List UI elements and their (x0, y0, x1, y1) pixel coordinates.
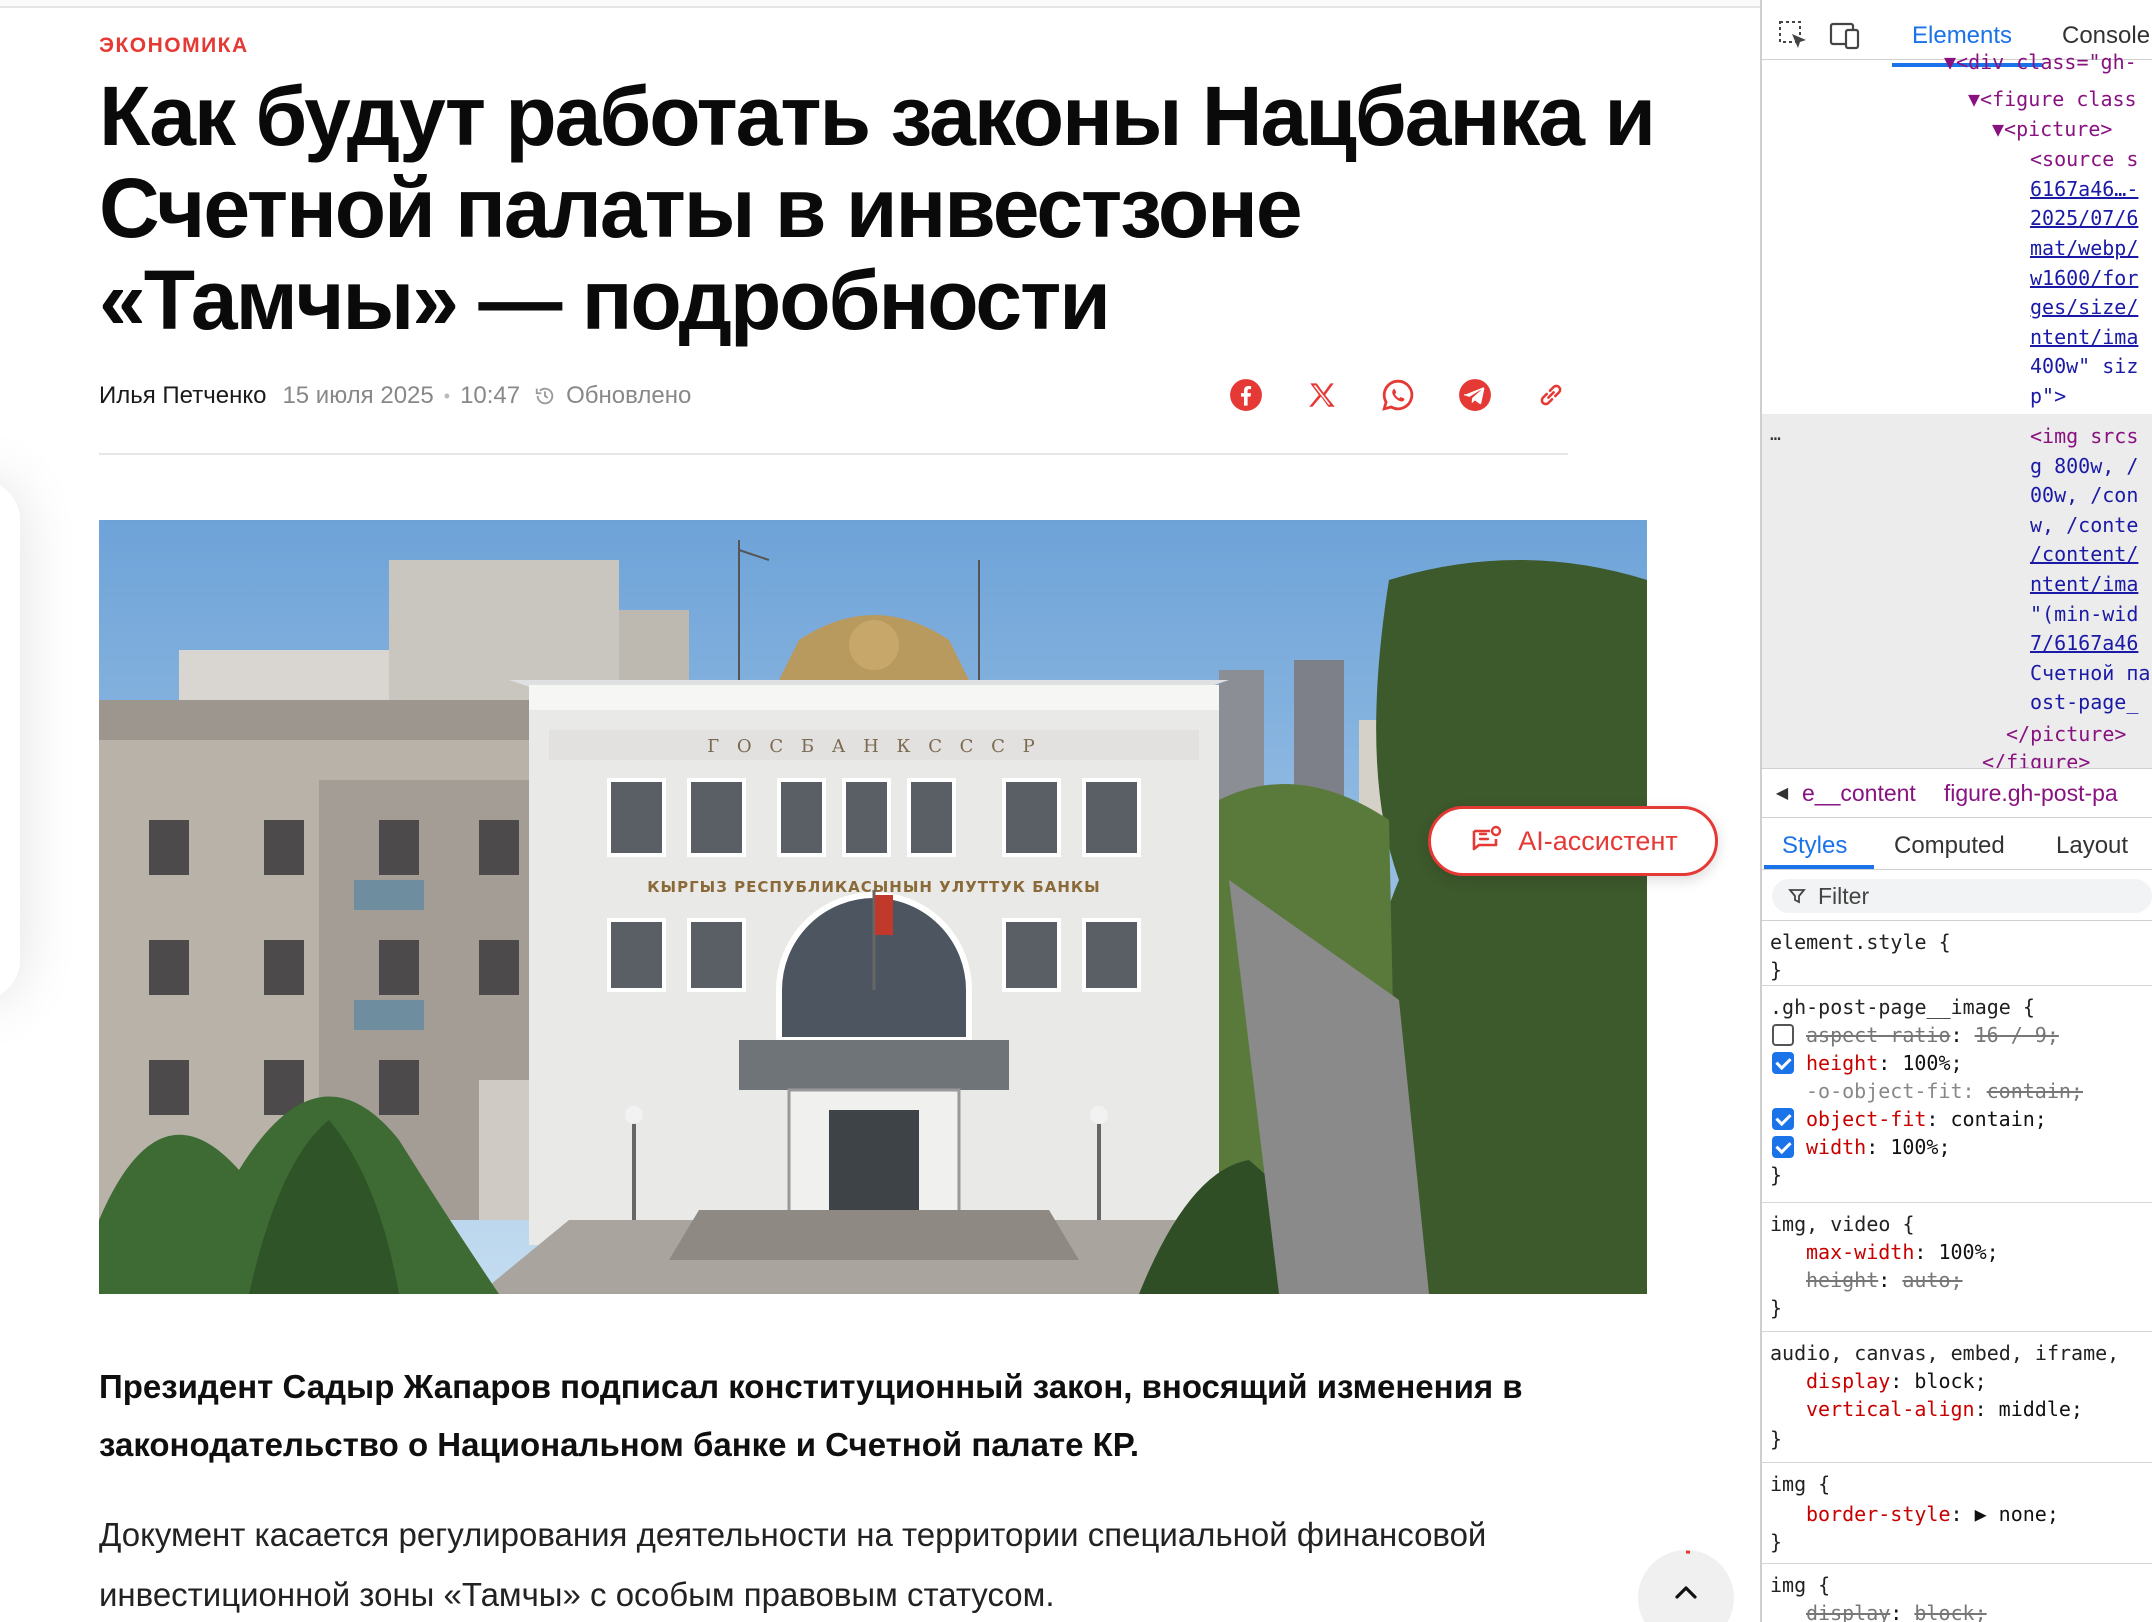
facebook-icon (1230, 379, 1262, 411)
dom-node-close[interactable]: </picture> (2006, 720, 2126, 750)
active-subtab-indicator (1764, 865, 1874, 869)
dom-attr-line[interactable]: 400w" siz (2030, 352, 2138, 382)
devtools-panel: Elements Console … ▼<div class="gh- ▼<fi… (1760, 0, 2152, 1622)
css-selector[interactable]: img { (1770, 1571, 1830, 1599)
css-rule: element.style { } (1762, 922, 2152, 986)
declaration-checkbox[interactable] (1772, 1108, 1794, 1130)
telegram-share-button[interactable] (1455, 375, 1495, 415)
dom-node[interactable]: ▼<div class="gh- (1944, 48, 2137, 78)
declaration-checkbox[interactable] (1772, 1136, 1794, 1158)
declaration-checkbox[interactable] (1772, 1024, 1794, 1046)
dom-attr-line[interactable]: ost-page_ (2030, 688, 2138, 718)
article-photo: Г О С Б А Н К С С С Р КЫРГЫЗ РЕСПУБЛИКАС… (99, 520, 1647, 1294)
dom-node[interactable]: ▼<figure class (1968, 85, 2137, 115)
css-selector[interactable]: .gh-post-page__image { (1770, 993, 2035, 1021)
css-close-brace: } (1770, 1163, 1783, 1187)
breadcrumb-item[interactable]: e__content (1802, 780, 1916, 807)
whatsapp-icon (1382, 379, 1414, 411)
x-icon (1309, 383, 1335, 407)
styles-subtabs: Styles Computed Layout (1762, 818, 2152, 870)
ai-assistant-button[interactable]: AI-ассистент (1428, 806, 1718, 876)
css-close-brace: } (1770, 1296, 1783, 1320)
top-border (0, 0, 1760, 8)
dom-attr-line[interactable]: 6167a46…- (2030, 175, 2138, 205)
dom-node[interactable]: ▼<picture> (1992, 115, 2112, 145)
declaration-checkbox[interactable] (1772, 1052, 1794, 1074)
copy-link-button[interactable] (1531, 375, 1571, 415)
x-share-button[interactable] (1302, 375, 1342, 415)
tab-elements[interactable]: Elements (1912, 22, 2012, 50)
filter-icon (1788, 889, 1806, 904)
article-page: ЭКОНОМИКА Как будут работать законы Нацб… (0, 0, 1760, 1622)
dom-attr-line[interactable]: mat/webp/ (2030, 234, 2138, 264)
article-paragraph: Документ касается регулирования деятельн… (99, 1516, 1487, 1613)
dom-node[interactable]: <source s (2030, 145, 2138, 175)
facebook-share-button[interactable] (1226, 375, 1266, 415)
read-progress-ring (1685, 1550, 1691, 1554)
styles-filter-input[interactable]: Filter (1772, 879, 2152, 913)
css-rule: .gh-post-page__image { aspect-ratio: 16 … (1762, 987, 2152, 1203)
dom-attr-line[interactable]: ges/size/ (2030, 293, 2138, 323)
css-rule: audio, canvas, embed, iframe, display: b… (1762, 1333, 2152, 1463)
publish-date: 15 июля 2025 (282, 382, 434, 409)
css-rule: img { border-style: ▶ none; } (1762, 1464, 2152, 1564)
css-selector[interactable]: audio, canvas, embed, iframe, (1770, 1339, 2119, 1367)
dom-attr-line[interactable]: ntent/ima (2030, 323, 2138, 353)
node-ellipsis-icon[interactable]: … (1770, 420, 1781, 450)
css-close-brace: } (1770, 1530, 1783, 1554)
dom-tree: … ▼<div class="gh- ▼<figure class ▼<pict… (1762, 50, 2152, 774)
building-sign-top: Г О С Б А Н К С С С Р (707, 736, 1041, 757)
breadcrumb-left-arrow-icon[interactable]: ◀ (1762, 783, 1802, 803)
dom-attr-line[interactable]: w1600/for (2030, 264, 2138, 294)
css-close-brace: } (1770, 958, 1783, 982)
css-close-brace: } (1770, 1427, 1783, 1451)
side-panel-shadow (0, 480, 20, 1000)
telegram-icon (1459, 379, 1491, 411)
dom-attr-line[interactable]: /content/ (2030, 540, 2138, 570)
meta-divider (99, 453, 1568, 455)
meta-separator: • (443, 385, 451, 406)
updated-label: Обновлено (566, 382, 692, 409)
ai-assistant-label: AI-ассистент (1518, 825, 1678, 856)
dom-attr-line[interactable]: "(min-wid (2030, 600, 2138, 630)
tab-console[interactable]: Console (2062, 22, 2150, 50)
chat-sparkle-icon (1472, 825, 1502, 851)
inspect-element-icon[interactable] (1776, 18, 1810, 52)
dom-node-img[interactable]: <img srcs (2030, 422, 2138, 452)
dom-attr-line[interactable]: g 800w, / (2030, 452, 2138, 482)
styles-filter-row: Filter (1762, 871, 2152, 921)
breadcrumb-item[interactable]: figure.gh-post-pa (1944, 780, 2118, 807)
dom-attr-line[interactable]: ntent/ima (2030, 570, 2138, 600)
scroll-to-top-button[interactable] (1638, 1550, 1734, 1622)
css-selector[interactable]: img { (1770, 1470, 1830, 1498)
tab-layout[interactable]: Layout (2056, 832, 2128, 860)
css-rule: img, video { max-width: 100%; height: au… (1762, 1204, 2152, 1332)
author-name[interactable]: Илья Петченко (99, 382, 266, 410)
dom-breadcrumb: ◀ e__content figure.gh-post-pa (1762, 768, 2152, 818)
css-selector[interactable]: img, video { (1770, 1210, 1915, 1238)
article-meta: Илья Петченко 15 июля 2025 • 10:47 Обнов… (99, 381, 691, 411)
dom-attr-line[interactable]: 00w, /con (2030, 481, 2138, 511)
national-bank-building-image: Г О С Б А Н К С С С Р КЫРГЫЗ РЕСПУБЛИКАС… (99, 520, 1647, 1294)
category-label[interactable]: ЭКОНОМИКА (99, 34, 249, 58)
dom-attr-line[interactable]: Счетной па (2030, 659, 2150, 689)
whatsapp-share-button[interactable] (1378, 375, 1418, 415)
article-title: Как будут работать законы Нацбанка и Сче… (99, 69, 1656, 347)
css-rule: img { display: block; (1770, 1571, 1987, 1622)
publish-time: 10:47 (460, 382, 521, 409)
dom-attr-line[interactable]: 7/6167a46 (2030, 629, 2138, 659)
device-toolbar-icon[interactable] (1828, 18, 1862, 52)
dom-attr-line[interactable]: p"> (2030, 382, 2066, 412)
filter-placeholder: Filter (1818, 882, 1870, 909)
dom-attr-line[interactable]: 2025/07/6 (2030, 204, 2138, 234)
css-selector[interactable]: element.style { (1770, 928, 1951, 956)
article-lead: Президент Садыр Жапаров подписал констит… (99, 1368, 1523, 1463)
link-icon (1540, 384, 1562, 406)
tab-computed[interactable]: Computed (1894, 832, 2005, 860)
dom-attr-line[interactable]: w, /conte (2030, 511, 2138, 541)
history-icon (535, 387, 554, 405)
tab-styles[interactable]: Styles (1782, 832, 1847, 860)
